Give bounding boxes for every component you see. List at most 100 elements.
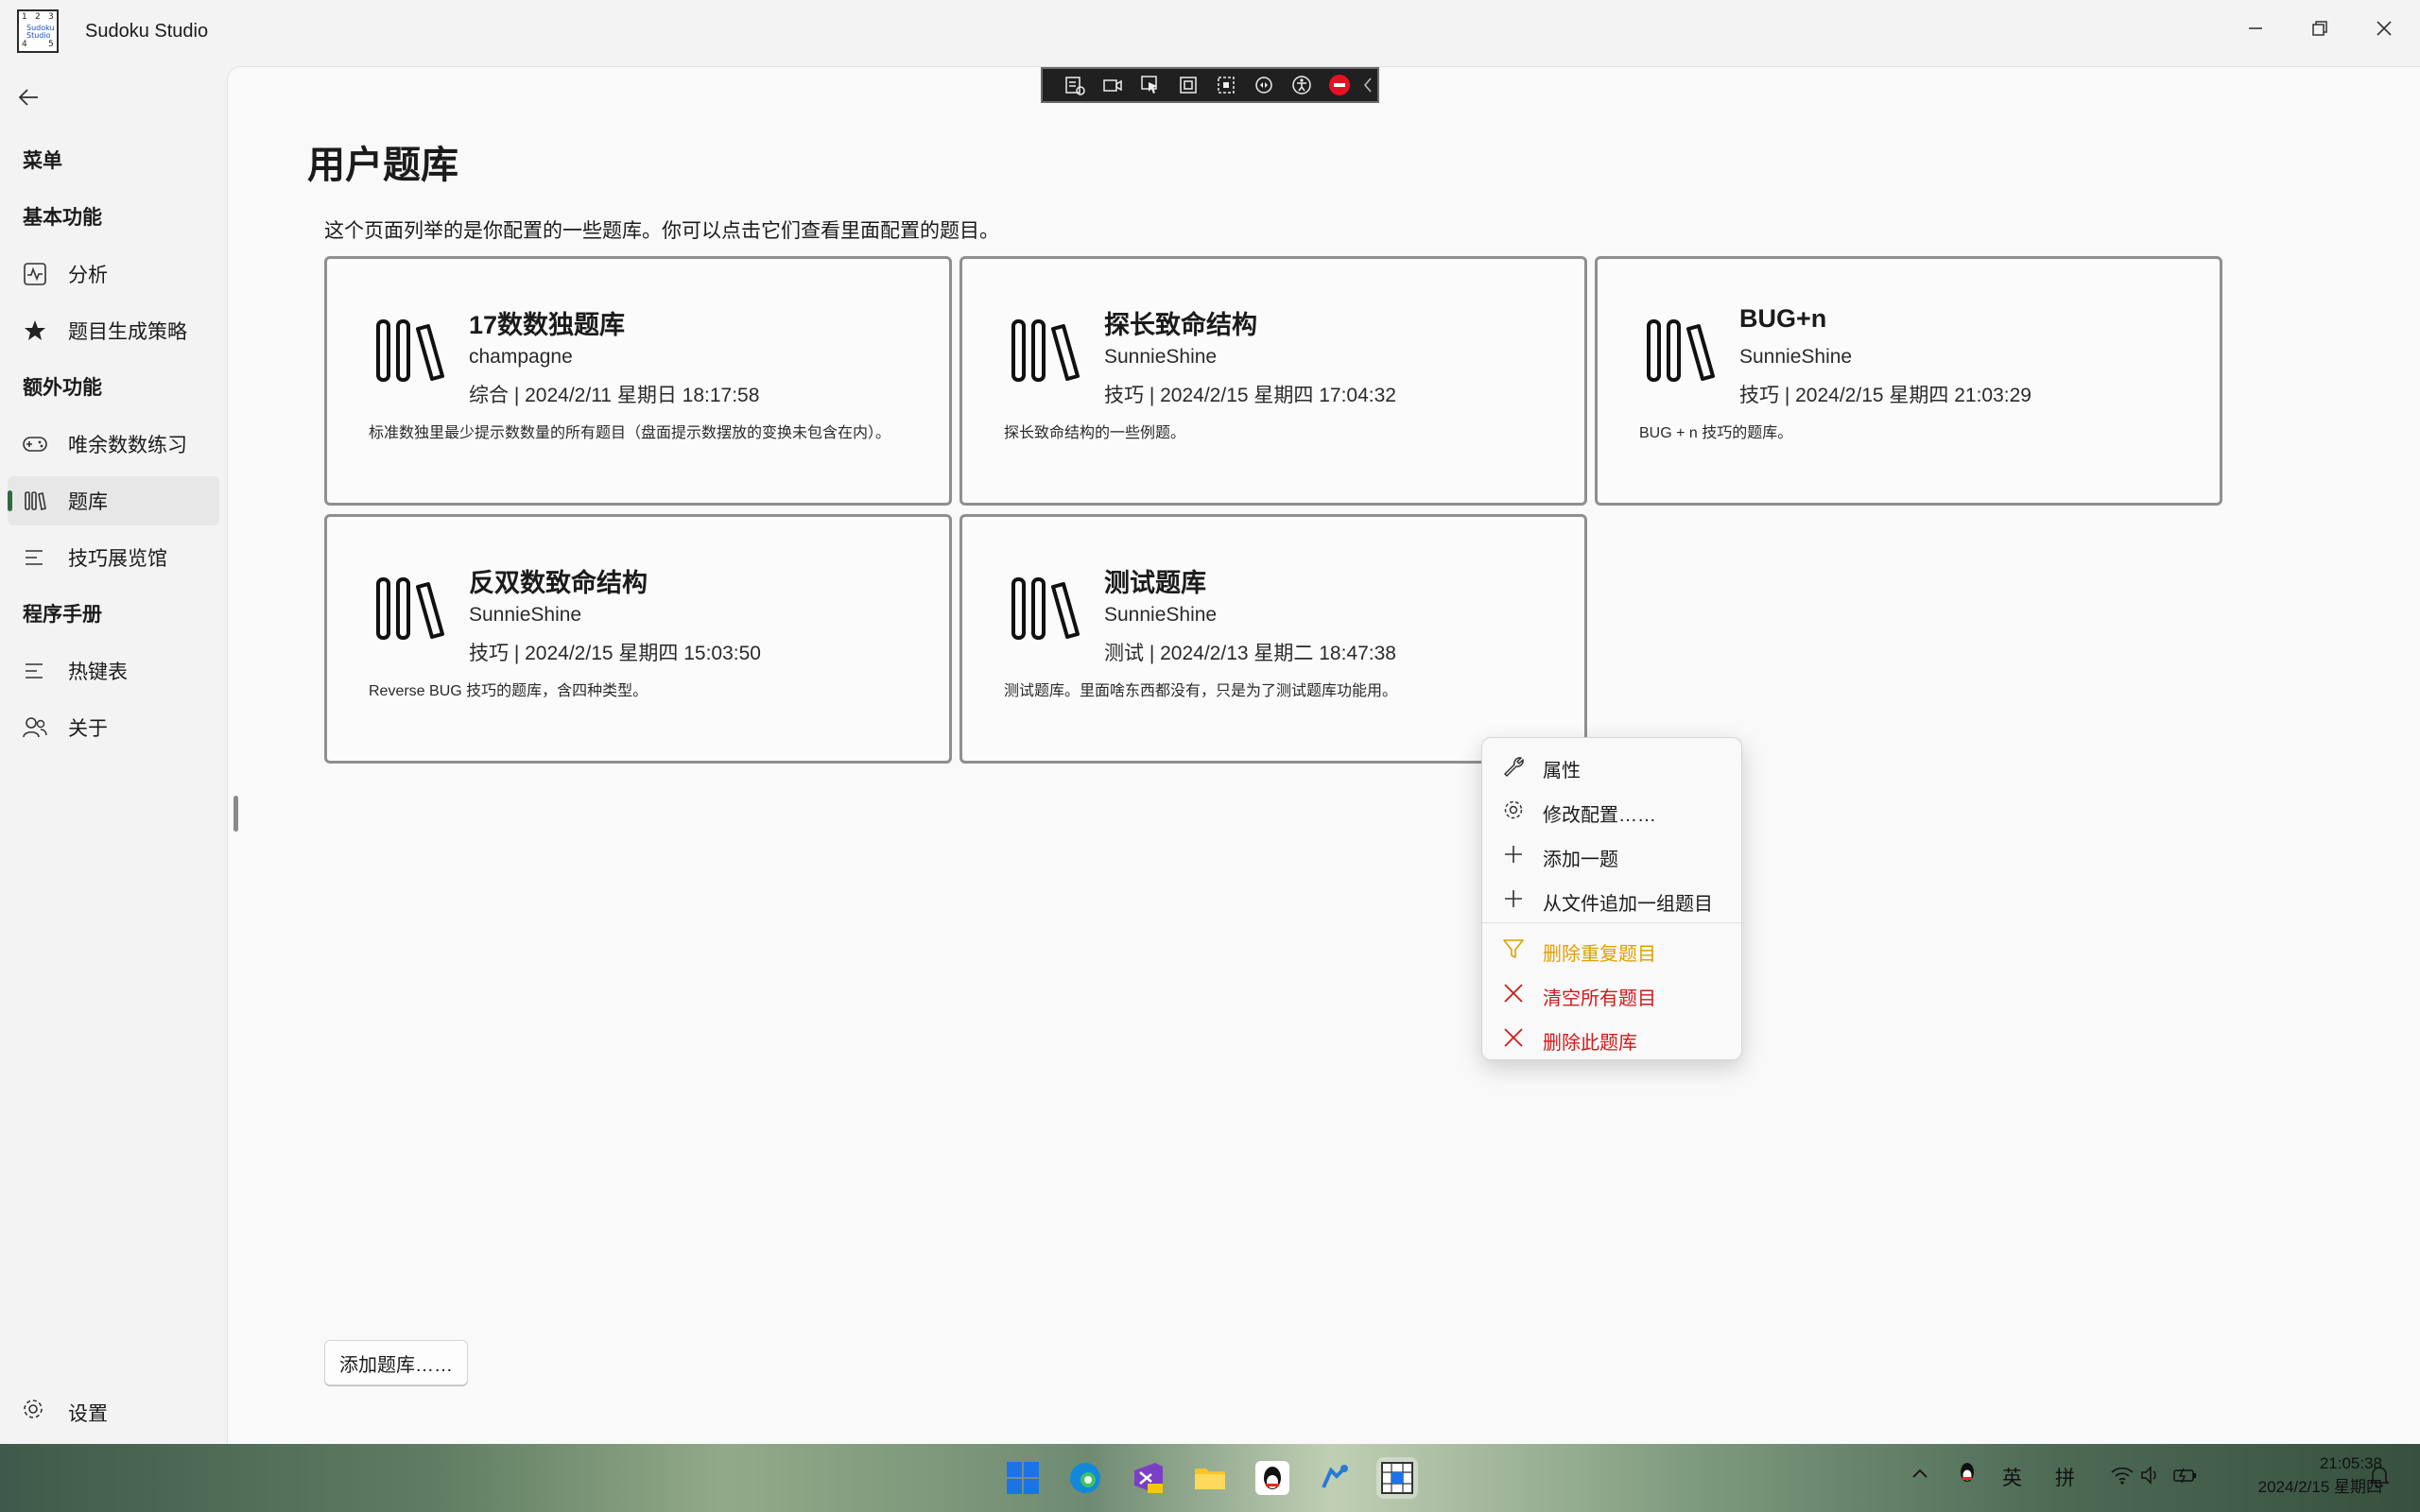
- restore-button[interactable]: [2299, 8, 2341, 49]
- gear-icon: [21, 1397, 45, 1428]
- qq-tray-icon[interactable]: [1957, 1461, 1978, 1491]
- menu-item-delete-library[interactable]: 删除此题库: [1482, 1016, 1741, 1059]
- plus-icon: [1501, 842, 1526, 867]
- library-icon: [1011, 577, 1080, 640]
- library-context-menu: 属性 修改配置…… 添加一题 从文件追加一组题目 删除重复题目 清空所有题目 删…: [1481, 737, 1742, 1060]
- battery-icon[interactable]: [2172, 1465, 2199, 1491]
- ime-mode-indicator[interactable]: 拼: [2055, 1463, 2075, 1491]
- library-card[interactable]: 反双数致命结构 SunnieShine 技巧 | 2024/2/15 星期四 1…: [324, 514, 952, 764]
- taskbar-sudoku-studio[interactable]: [1376, 1457, 1418, 1499]
- git-icon: [1322, 1465, 1348, 1488]
- library-meta: 测试 | 2024/2/13 星期二 18:47:38: [1104, 643, 1396, 664]
- track-focus-button[interactable]: [1207, 69, 1245, 101]
- library-icon: [376, 577, 444, 640]
- minimize-button[interactable]: [2235, 8, 2276, 49]
- restore-icon: [2312, 21, 2327, 36]
- camera-icon: [1103, 79, 1122, 92]
- menu-item-properties[interactable]: 属性: [1482, 744, 1741, 787]
- close-window-button[interactable]: [2363, 8, 2405, 49]
- sidebar-item-settings[interactable]: 设置: [8, 1387, 219, 1435]
- stop-icon: [1329, 75, 1350, 95]
- library-title: 反双数致命结构: [469, 569, 648, 597]
- stop-debug-button[interactable]: [1321, 69, 1358, 101]
- close-icon: [1501, 981, 1526, 1005]
- library-icon: [1011, 319, 1080, 382]
- clock-date: 2024/2/15 星期四: [2257, 1478, 2382, 1496]
- chevron-up-icon: [1912, 1469, 1927, 1478]
- library-card[interactable]: 测试题库 SunnieShine 测试 | 2024/2/13 星期二 18:4…: [959, 514, 1587, 764]
- taskbar: 英 拼 21:05:38 2024/2/15 星期四: [0, 1444, 2420, 1512]
- gear-icon: [1501, 798, 1526, 822]
- sudoku-studio-icon: [1381, 1462, 1413, 1494]
- plus-icon: [1501, 886, 1526, 911]
- add-library-button[interactable]: 添加题库……: [324, 1340, 468, 1385]
- menu-item-add-puzzle[interactable]: 添加一题: [1482, 833, 1741, 876]
- menu-separator: [1482, 922, 1741, 923]
- live-visual-tree-button[interactable]: [1056, 69, 1094, 101]
- library-title: 测试题库: [1104, 569, 1206, 597]
- accessibility-button[interactable]: [1283, 69, 1321, 101]
- library-meta: 技巧 | 2024/2/15 星期四 15:03:50: [469, 643, 761, 664]
- library-description: 标准数独里最少提示数数量的所有题目（盘面提示数摆放的变换未包含在内）。: [369, 425, 891, 441]
- sidebar-item-hotkeys[interactable]: 热键表: [8, 646, 219, 696]
- pane-splitter-handle[interactable]: [233, 796, 238, 832]
- sidebar-item-library[interactable]: 题库: [8, 476, 219, 525]
- start-icon: [1007, 1462, 1039, 1494]
- volume-icon[interactable]: [2140, 1465, 2161, 1491]
- notification-bell-icon[interactable]: [2369, 1465, 2390, 1493]
- taskbar-visual-studio[interactable]: [1127, 1457, 1168, 1499]
- back-button[interactable]: [17, 85, 51, 117]
- visual-studio-icon: [1134, 1463, 1163, 1493]
- sidebar-item-techniques[interactable]: 技巧展览馆: [8, 533, 219, 582]
- sidebar-item-strategy[interactable]: 题目生成策略: [8, 306, 219, 355]
- cursor-select-icon: [1141, 76, 1157, 94]
- layout-adorner-button[interactable]: [1169, 69, 1207, 101]
- nav-group-manual: 程序手册: [23, 604, 102, 626]
- sidebar-item-practice[interactable]: 唯余数数练习: [8, 420, 219, 469]
- library-card[interactable]: 探长致命结构 SunnieShine 技巧 | 2024/2/15 星期四 17…: [959, 256, 1587, 506]
- library-description: Reverse BUG 技巧的题库，含四种类型。: [369, 683, 648, 699]
- page-description: 这个页面列举的是你配置的一些题库。你可以点击它们查看里面配置的题目。: [324, 220, 999, 242]
- star-icon: [21, 317, 49, 345]
- xaml-debug-toolbar: [1041, 67, 1379, 103]
- menu-item-edit-config[interactable]: 修改配置……: [1482, 788, 1741, 832]
- chevron-left-icon: [1363, 77, 1372, 93]
- sidebar-item-about[interactable]: 关于: [8, 703, 219, 752]
- hot-reload-button[interactable]: [1245, 69, 1283, 101]
- menu-item-clear-all[interactable]: 清空所有题目: [1482, 971, 1741, 1015]
- clock-time: 21:05:38: [2319, 1454, 2382, 1472]
- back-arrow-icon: [18, 89, 38, 106]
- taskbar-file-explorer[interactable]: [1189, 1457, 1231, 1499]
- start-button[interactable]: [1002, 1457, 1044, 1499]
- library-card[interactable]: BUG+n SunnieShine 技巧 | 2024/2/15 星期四 21:…: [1595, 256, 2222, 506]
- page-title: 用户题库: [307, 145, 458, 186]
- select-element-button[interactable]: [1132, 69, 1169, 101]
- taskbar-clock[interactable]: 21:05:38 2024/2/15 星期四: [2203, 1452, 2382, 1499]
- sidebar-item-analysis[interactable]: 分析: [8, 249, 219, 299]
- library-icon: [376, 319, 444, 382]
- library-description: BUG + n 技巧的题库。: [1639, 425, 1793, 441]
- library-title: BUG+n: [1739, 304, 1827, 333]
- library-author: champagne: [469, 346, 573, 368]
- library-meta: 技巧 | 2024/2/15 星期四 21:03:29: [1739, 385, 2031, 406]
- ime-language-indicator[interactable]: 英: [2002, 1463, 2022, 1491]
- taskbar-git[interactable]: [1314, 1457, 1356, 1499]
- collapse-toolbar-button[interactable]: [1358, 69, 1377, 101]
- menu-item-append-from-file[interactable]: 从文件追加一组题目: [1482, 877, 1741, 920]
- navigation-pane: 菜单 基本功能 分析 题目生成策略 额外功能 唯余数数练习 题库 技巧展览馆 程…: [0, 66, 227, 1444]
- taskbar-qq[interactable]: [1252, 1457, 1293, 1499]
- hot-reload-icon: [1255, 77, 1272, 94]
- menu-item-remove-duplicates[interactable]: 删除重复题目: [1482, 927, 1741, 971]
- library-title: 17数数独题库: [469, 311, 626, 339]
- list-icon: [21, 543, 49, 572]
- library-card[interactable]: 17数数独题库 champagne 综合 | 2024/2/11 星期日 18:…: [324, 256, 952, 506]
- wifi-icon[interactable]: [2110, 1465, 2135, 1491]
- selection-indicator: [8, 490, 12, 511]
- library-title: 探长致命结构: [1104, 311, 1257, 339]
- taskbar-edge[interactable]: [1064, 1457, 1106, 1499]
- record-button[interactable]: [1094, 69, 1132, 101]
- edge-icon: [1070, 1463, 1100, 1493]
- show-hidden-icons-button[interactable]: [1911, 1463, 1928, 1486]
- library-meta: 技巧 | 2024/2/15 星期四 17:04:32: [1104, 385, 1396, 406]
- library-author: SunnieShine: [469, 604, 582, 626]
